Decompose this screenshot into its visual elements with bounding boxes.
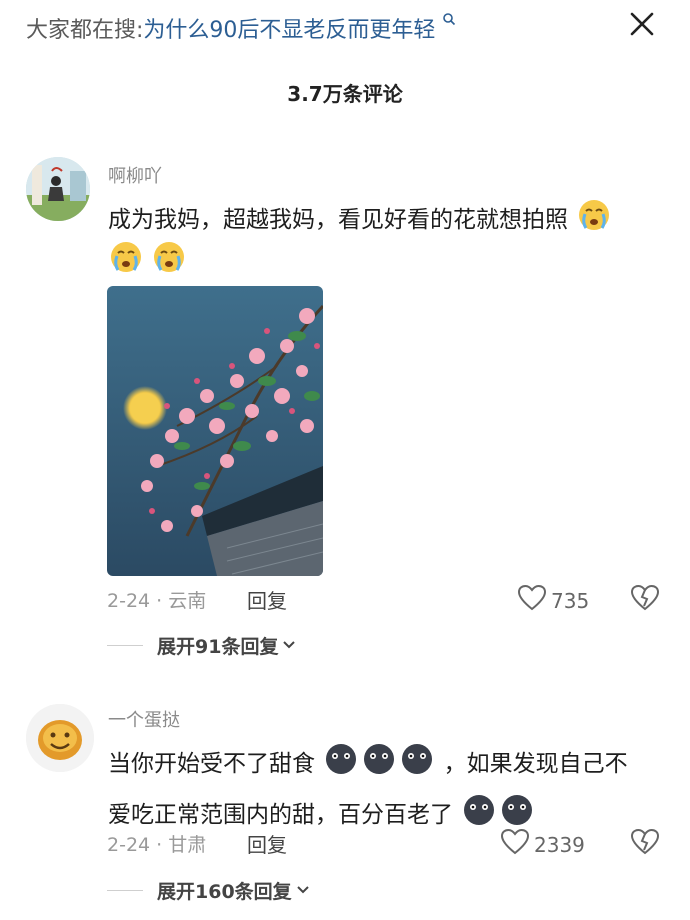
comment-username[interactable]: 啊柳吖 xyxy=(108,162,162,188)
crying-face-emoji xyxy=(109,240,143,278)
like-button[interactable]: 2339 xyxy=(500,828,585,861)
comment-username[interactable]: 一个蛋挞 xyxy=(108,706,180,732)
search-prefix: 大家都在搜: xyxy=(26,18,144,43)
like-count: 735 xyxy=(551,588,590,613)
chevron-down-icon xyxy=(282,638,296,654)
heart-icon xyxy=(517,584,547,617)
comment-body-part: ，如果发现自己不 xyxy=(443,751,628,777)
comment-text: 成为我妈，超越我妈，看见好看的花就想拍照 xyxy=(108,198,668,243)
crying-face-emoji xyxy=(152,240,186,278)
divider xyxy=(107,645,143,646)
chevron-down-icon xyxy=(296,883,310,899)
crying-face-emoji xyxy=(577,198,611,243)
broken-heart-icon[interactable] xyxy=(630,584,660,616)
expand-replies[interactable]: 展开91条回复 xyxy=(107,632,296,659)
close-icon[interactable] xyxy=(624,6,660,42)
dark-blob-face-emoji xyxy=(400,742,434,787)
search-suggestion[interactable]: 大家都在搜:为什么90后不显老反而更年轻 xyxy=(26,12,456,44)
reply-button[interactable]: 回复 xyxy=(247,829,287,858)
expand-replies[interactable]: 展开160条回复 xyxy=(107,877,310,904)
comment-count: 3.7万条评论 xyxy=(287,82,403,106)
divider xyxy=(107,890,143,891)
avatar[interactable] xyxy=(26,157,90,221)
avatar[interactable] xyxy=(26,704,94,772)
dark-blob-face-emoji xyxy=(362,742,396,787)
reply-button[interactable]: 回复 xyxy=(247,585,287,614)
dark-blob-face-emoji xyxy=(324,742,358,787)
comment-meta: 2-24 · 甘肃 xyxy=(107,834,207,856)
comment-line: 当你开始受不了甜食 ，如果发现自己不 xyxy=(108,742,668,787)
comment-text: 当你开始受不了甜食 ，如果发现自己不 爱吃正常范围内的甜，百分百老了 xyxy=(108,742,668,838)
comment-body-part: 爱吃正常范围内的甜，百分百老了 xyxy=(108,802,453,828)
dark-blob-face-emoji xyxy=(462,793,496,838)
expand-label: 展开160条回复 xyxy=(157,881,292,903)
search-query-link[interactable]: 为什么90后不显老反而更年轻 xyxy=(143,18,435,43)
comment-meta: 2-24 · 云南 xyxy=(107,590,207,612)
comment-body: 成为我妈，超越我妈，看见好看的花就想拍照 xyxy=(108,207,568,233)
comment-photo[interactable] xyxy=(107,286,323,576)
heart-icon xyxy=(500,828,530,861)
emoji-row xyxy=(107,240,188,278)
like-count: 2339 xyxy=(534,832,585,857)
comment-body-part: 当你开始受不了甜食 xyxy=(108,751,315,777)
broken-heart-icon[interactable] xyxy=(630,828,660,860)
expand-label: 展开91条回复 xyxy=(157,636,279,658)
search-icon xyxy=(437,12,456,30)
like-button[interactable]: 735 xyxy=(517,584,589,617)
